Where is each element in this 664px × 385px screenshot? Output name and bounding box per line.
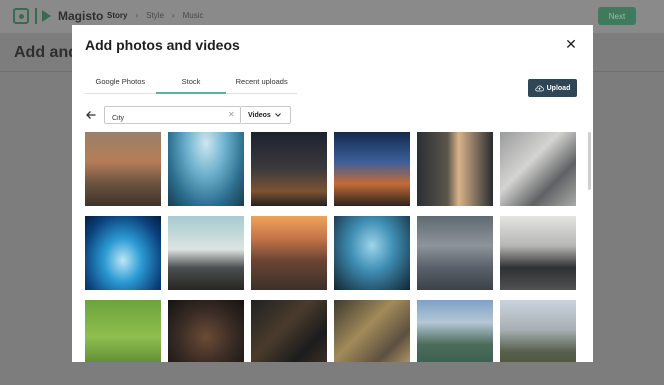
search-field: ✕	[104, 106, 241, 127]
search-input[interactable]	[105, 110, 220, 127]
result-thumbnail[interactable]	[251, 216, 327, 290]
results-scrollbar[interactable]	[588, 132, 591, 190]
result-thumbnail[interactable]	[500, 216, 576, 290]
logo-record-icon	[13, 8, 29, 24]
result-thumbnail[interactable]	[500, 300, 576, 362]
upload-label: Upload	[546, 84, 571, 92]
dialog-title: Add photos and videos	[85, 37, 240, 53]
result-thumbnail[interactable]	[168, 216, 244, 290]
cloud-upload-icon	[535, 85, 544, 91]
result-thumbnail[interactable]	[417, 216, 493, 290]
tab-stock[interactable]: Stock	[155, 72, 227, 94]
step-style[interactable]: Style	[146, 11, 164, 20]
result-thumbnail[interactable]	[251, 300, 327, 362]
magisto-logo: Magisto	[13, 8, 103, 24]
tab-recent-uploads[interactable]: Recent uploads	[226, 72, 297, 93]
result-thumbnail[interactable]	[168, 300, 244, 362]
result-thumbnail[interactable]	[85, 132, 161, 206]
logo-play-icon	[42, 10, 51, 22]
result-thumbnail[interactable]	[168, 132, 244, 206]
result-thumbnail[interactable]	[85, 300, 161, 362]
result-thumbnail[interactable]	[251, 132, 327, 206]
step-story[interactable]: Story	[107, 11, 127, 20]
step-breadcrumb: Story › Style › Music	[107, 11, 203, 20]
media-type-select[interactable]: Videos	[241, 106, 291, 124]
media-type-value: Videos	[248, 111, 271, 119]
logo-divider	[35, 8, 37, 24]
chevron-right-icon: ›	[135, 11, 139, 20]
app-name: Magisto	[58, 9, 104, 23]
source-tabs: Google Photos Stock Recent uploads	[85, 72, 297, 94]
result-thumbnail[interactable]	[334, 216, 410, 290]
stock-results-grid	[85, 132, 577, 362]
close-icon[interactable]: ✕	[564, 37, 578, 51]
tab-google-photos[interactable]: Google Photos	[85, 72, 156, 93]
upload-button[interactable]: Upload	[528, 79, 577, 97]
result-thumbnail[interactable]	[500, 132, 576, 206]
result-thumbnail[interactable]	[417, 300, 493, 362]
next-button[interactable]: Next	[598, 7, 636, 25]
result-thumbnail[interactable]	[334, 132, 410, 206]
arrow-left-icon[interactable]	[85, 109, 97, 121]
chevron-right-icon: ›	[171, 11, 175, 20]
result-thumbnail[interactable]	[417, 132, 493, 206]
step-music[interactable]: Music	[183, 11, 204, 20]
result-thumbnail[interactable]	[85, 216, 161, 290]
add-media-dialog: Add photos and videos ✕ Google Photos St…	[72, 25, 593, 362]
clear-icon[interactable]: ✕	[228, 110, 235, 119]
result-thumbnail[interactable]	[334, 300, 410, 362]
chevron-down-icon	[275, 113, 281, 117]
